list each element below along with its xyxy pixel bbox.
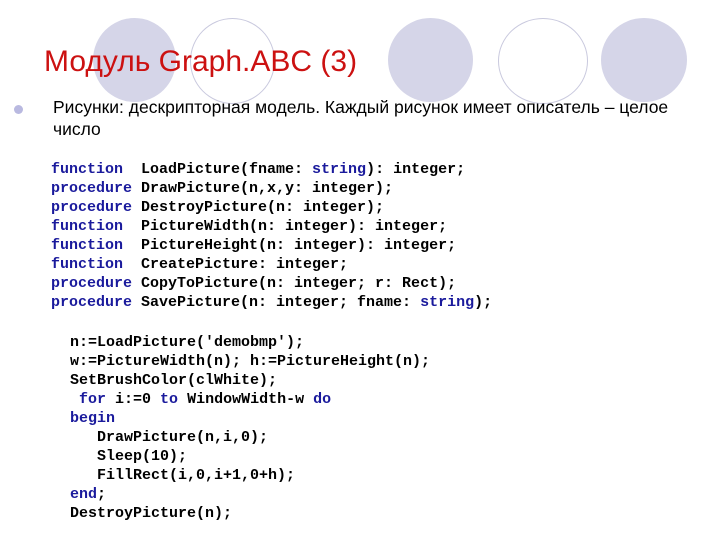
code-text: DrawPicture(n,i,0);	[70, 429, 269, 446]
code-keyword: begin	[70, 410, 116, 427]
code-keyword: do	[313, 391, 332, 408]
code-text: DestroyPicture(n);	[70, 505, 233, 522]
code-line: procedure CopyToPicture(n: integer; r: R…	[51, 274, 492, 293]
slide: Модуль Graph.ABC (3) Рисунки: дескриптор…	[0, 0, 720, 540]
code-text: );	[474, 294, 493, 311]
code-keyword: function	[51, 237, 133, 254]
code-line: Sleep(10);	[70, 447, 430, 466]
code-text: PictureHeight(n: integer): integer;	[132, 237, 457, 254]
code-text: Sleep(10);	[70, 448, 188, 465]
code-text: DestroyPicture(n: integer);	[132, 199, 385, 216]
code-line: begin	[70, 409, 430, 428]
code-line: for i:=0 to WindowWidth-w do	[70, 390, 430, 409]
code-text: CreatePicture: integer;	[132, 256, 349, 273]
code-text: ): integer;	[366, 161, 466, 178]
page-title: Модуль Graph.ABC (3)	[44, 45, 358, 78]
bullet-item: Рисунки: дескрипторная модель. Каждый ри…	[14, 96, 704, 140]
code-keyword: function	[51, 256, 133, 273]
code-keyword: string	[312, 161, 367, 178]
code-keyword: procedure	[51, 275, 133, 292]
code-keyword: end	[70, 486, 98, 503]
code-text: w:=PictureWidth(n); h:=PictureHeight(n);	[70, 353, 431, 370]
code-line: w:=PictureWidth(n); h:=PictureHeight(n);	[70, 352, 430, 371]
code-text: SavePicture(n: integer; fname:	[132, 294, 421, 311]
code-text: i:=0	[106, 391, 161, 408]
code-keyword: procedure	[51, 199, 133, 216]
bullet-item-label: Рисунки: дескрипторная модель. Каждый ри…	[53, 97, 669, 139]
code-keyword: string	[420, 294, 475, 311]
code-text: WindowWidth-w	[178, 391, 314, 408]
code-line: function PictureWidth(n: integer): integ…	[51, 217, 492, 236]
code-line: end;	[70, 485, 430, 504]
code-line: DestroyPicture(n);	[70, 504, 430, 523]
code-text: LoadPicture(fname:	[132, 161, 313, 178]
code-text: FillRect(i,0,i+1,0+h);	[70, 467, 296, 484]
code-text: ;	[97, 486, 107, 503]
code-text: PictureWidth(n: integer): integer;	[132, 218, 448, 235]
code-line: FillRect(i,0,i+1,0+h);	[70, 466, 430, 485]
code-text: SetBrushColor(clWhite);	[70, 372, 278, 389]
code-keyword: procedure	[51, 180, 133, 197]
code-text: DrawPicture(n,x,y: integer);	[132, 180, 394, 197]
code-block-example: n:=LoadPicture('demobmp'); w:=PictureWidt…	[70, 333, 430, 523]
code-line: procedure SavePicture(n: integer; fname:…	[51, 293, 492, 312]
code-text: n:=LoadPicture('demobmp');	[70, 334, 305, 351]
code-keyword: procedure	[51, 294, 133, 311]
code-block-api: function LoadPicture(fname: string): int…	[51, 160, 492, 312]
code-line: procedure DrawPicture(n,x,y: integer);	[51, 179, 492, 198]
code-keyword: function	[51, 161, 133, 178]
code-keyword: to	[160, 391, 179, 408]
code-line: DrawPicture(n,i,0);	[70, 428, 430, 447]
code-line: function LoadPicture(fname: string): int…	[51, 160, 492, 179]
bullet-dot-icon	[14, 105, 23, 114]
code-line: function CreatePicture: integer;	[51, 255, 492, 274]
code-text: CopyToPicture(n: integer; r: Rect);	[132, 275, 457, 292]
code-line: n:=LoadPicture('demobmp');	[70, 333, 430, 352]
code-line: SetBrushColor(clWhite);	[70, 371, 430, 390]
code-keyword: for	[79, 391, 107, 408]
code-keyword: function	[51, 218, 133, 235]
code-line: procedure DestroyPicture(n: integer);	[51, 198, 492, 217]
code-line: function PictureHeight(n: integer): inte…	[51, 236, 492, 255]
